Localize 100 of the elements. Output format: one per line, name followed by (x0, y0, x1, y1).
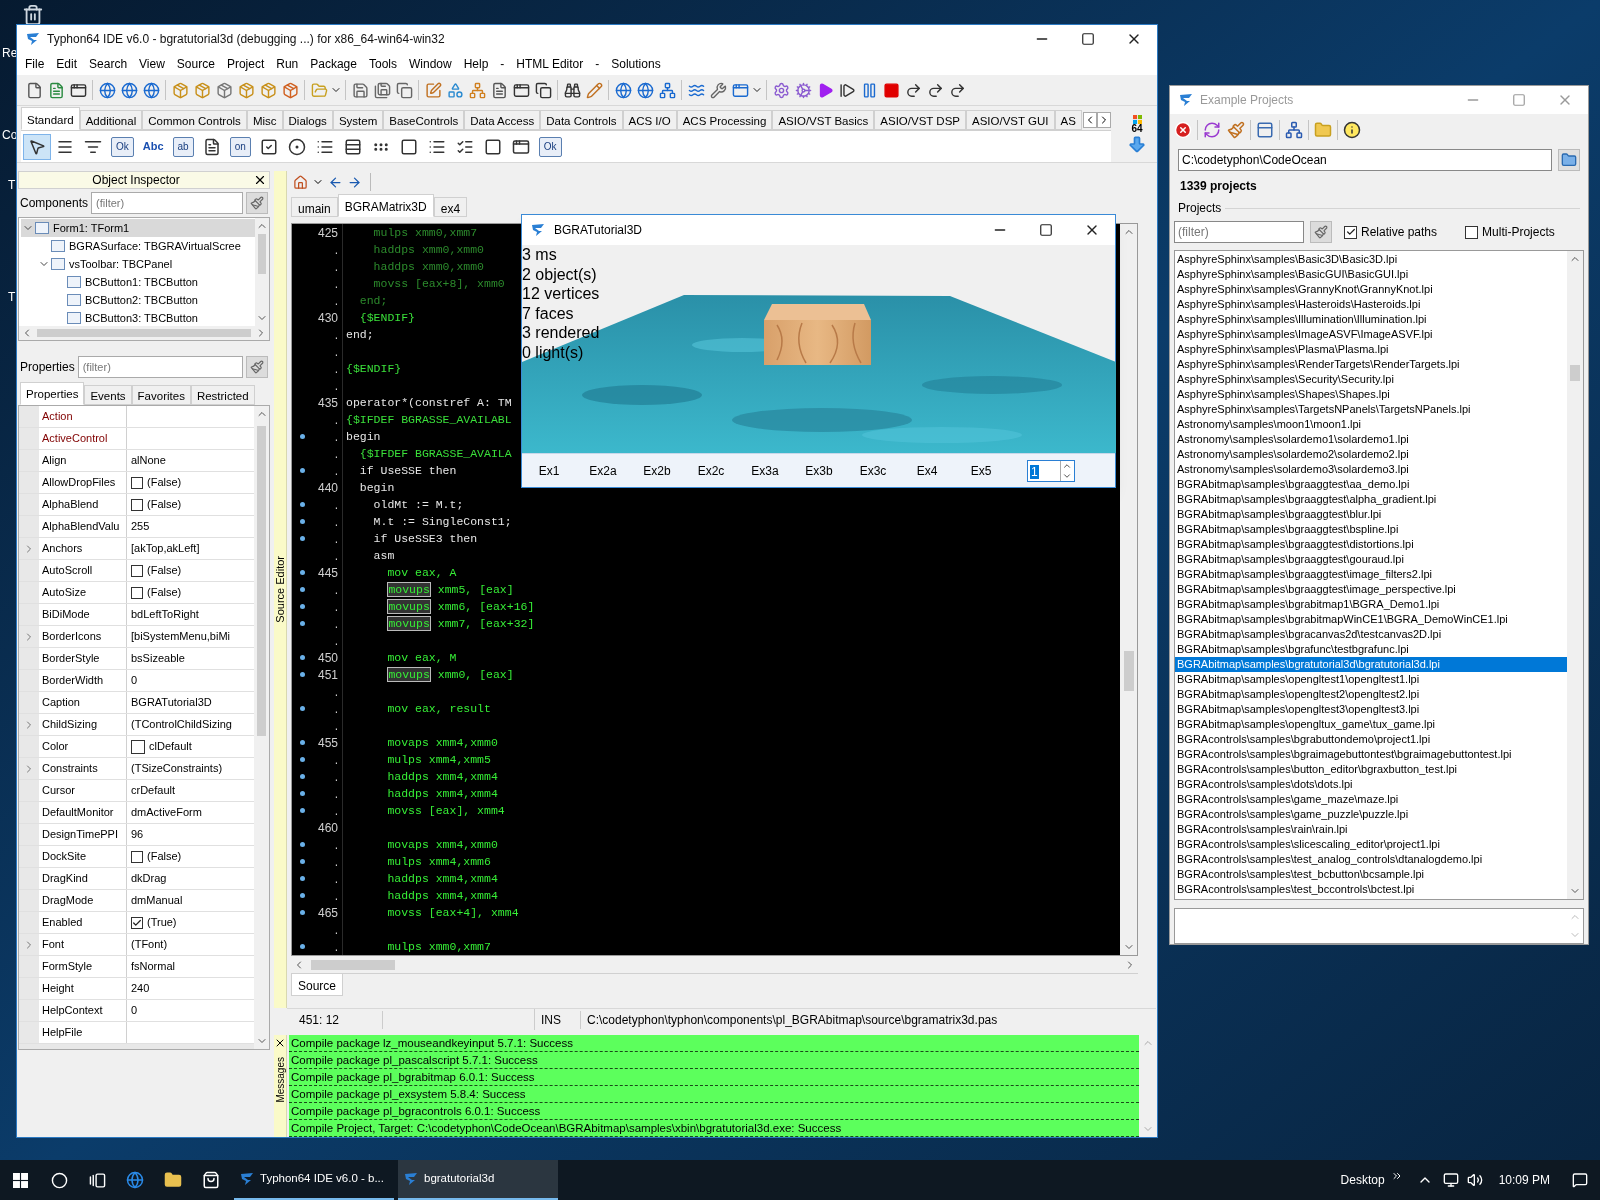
project-list-item[interactable]: BGRAbitmap\samples\bgrabitmap1\BGRA_Demo1.lpi (1175, 596, 1567, 612)
back-icon[interactable] (328, 174, 343, 190)
project-list-item[interactable]: AsphyreSphinx\samples\Plasma\Plasma.lpi (1175, 341, 1567, 357)
inspector-tab[interactable]: Favorites (131, 385, 191, 405)
globe-icon[interactable] (98, 81, 116, 99)
project-list-item[interactable]: BGRAbitmap\samples\opengltest1\opengltest1.lpi (1175, 671, 1567, 687)
scrollbar[interactable] (1567, 250, 1583, 899)
checkbox[interactable] (131, 916, 143, 929)
menu-item[interactable]: Edit (50, 55, 84, 73)
checkbox[interactable] (131, 586, 143, 599)
palette-tab[interactable]: ACS I/O (622, 110, 677, 130)
document-icon[interactable] (490, 81, 508, 99)
project-list-item[interactable]: BGRAbitmap\samples\opengltest3\opengltest3.lpi (1175, 701, 1567, 717)
scrollbar-thumb[interactable] (258, 234, 266, 274)
checkbox[interactable] (131, 564, 143, 577)
volume-icon[interactable] (1466, 1172, 1483, 1188)
stop-icon[interactable] (882, 81, 900, 99)
editor-tab[interactable]: ex4 (433, 197, 468, 217)
checkbox-label[interactable]: Multi-Projects (1482, 223, 1555, 241)
menu-item[interactable]: File (19, 55, 51, 73)
palette-tab[interactable]: Common Controls (142, 110, 247, 130)
project-list-item[interactable]: AsphyreSphinx\samples\Shapes\Shapes.lpi (1175, 386, 1567, 402)
new-form-icon[interactable] (69, 81, 87, 99)
checkbox[interactable] (131, 476, 143, 489)
desktop-icon-label[interactable]: Re (2, 44, 18, 62)
tree-item[interactable]: BCButton2: TBCButton (53, 291, 255, 309)
package-icon[interactable] (259, 81, 277, 99)
palette-tab[interactable]: Standard (21, 107, 80, 130)
close-icon[interactable] (253, 173, 267, 187)
palette-item[interactable] (23, 133, 51, 160)
network-icon[interactable] (1442, 1172, 1459, 1188)
project-list-item[interactable]: BGRAcontrols\samples\test_analog_controls\dtanalogdemo.lpi (1175, 851, 1567, 867)
maximize-icon[interactable] (1081, 32, 1095, 46)
more-icon[interactable] (1390, 1170, 1403, 1182)
project-list-item[interactable]: BGRAbitmap\samples\bgraaggtest\distortions.lpi (1175, 536, 1567, 552)
scrollbar[interactable] (255, 218, 269, 326)
project-list-item[interactable]: AsphyreSphinx\samples\Basic3D\Basic3D.lpi (1175, 251, 1567, 267)
palette-tab[interactable]: AS (1054, 110, 1082, 130)
shapes-icon[interactable] (446, 81, 464, 99)
tree-item[interactable]: Form1: TForm1 (21, 219, 255, 237)
save-icon[interactable] (351, 81, 369, 99)
project-list-item[interactable]: BGRAbitmap\samples\bgraaggtest\alpha_gradient.lpi (1175, 491, 1567, 507)
project-list-item[interactable]: BGRAbitmap\samples\bgraaggtest\aa_demo.lpi (1175, 476, 1567, 492)
package-icon[interactable] (171, 81, 189, 99)
package-icon[interactable] (193, 81, 211, 99)
example-button[interactable]: Ex3c (846, 456, 900, 485)
palette-tab[interactable]: Additional (79, 110, 143, 130)
step-over-icon[interactable] (904, 81, 922, 99)
side-tab-strip[interactable]: Source Editor (274, 171, 287, 1008)
windows-logo-icon[interactable] (12, 1172, 28, 1188)
project-list-item[interactable]: BGRAbitmap\samples\bgratutorial3d\bgratutorial3d.lpi (1175, 656, 1567, 672)
scrollbar-thumb[interactable] (37, 329, 251, 337)
project-list-item[interactable]: BGRAbitmap\samples\bgracanvas2d\testcanvas2D.lpi (1175, 626, 1567, 642)
maximize-icon[interactable] (1039, 223, 1053, 237)
scrollbar-thumb[interactable] (1570, 364, 1580, 381)
menu-item[interactable]: HTML Editor (510, 55, 590, 73)
project-list-item[interactable]: AsphyreSphinx\samples\GrannyKnot\GrannyKnot.lpi (1175, 281, 1567, 297)
example-button[interactable]: Ex2b (630, 456, 684, 485)
menu-item[interactable]: Help (457, 55, 495, 73)
project-list-item[interactable]: AsphyreSphinx\samples\Hasteroids\Hasteroids.lpi (1175, 296, 1567, 312)
inspector-tab[interactable]: Properties (20, 382, 85, 405)
window-icon[interactable] (1256, 121, 1274, 139)
palette-item[interactable]: ab (172, 136, 194, 157)
project-list-item[interactable]: Astronomy\samples\moon1\moon1.lpi (1175, 416, 1567, 432)
palette-item[interactable]: on (229, 136, 251, 157)
project-list-item[interactable]: AsphyreSphinx\samples\TargetsNPanels\TargetsNPanels.lpi (1175, 401, 1567, 417)
close-circle-icon[interactable] (1174, 121, 1192, 139)
refresh-icon[interactable] (1203, 121, 1221, 139)
palette-item[interactable]: Ok (538, 136, 562, 157)
project-list-item[interactable]: BGRAcontrols\samples\test_bcbutton\bcsample.lpi (1175, 866, 1567, 882)
menu-item[interactable]: - (589, 55, 606, 73)
example-button[interactable]: Ex4 (900, 456, 954, 485)
gear-icon[interactable] (772, 81, 790, 99)
example-button[interactable]: Ex3a (738, 456, 792, 485)
scrollbar[interactable] (19, 326, 269, 340)
project-list-item[interactable]: BGRAbitmap\samples\opengltest2\opengltest2.lpi (1175, 686, 1567, 702)
inspector-tab[interactable]: Restricted (190, 385, 255, 405)
step-out-icon[interactable] (948, 81, 966, 99)
recycle-bin-icon[interactable] (22, 4, 44, 26)
hierarchy-icon[interactable] (468, 81, 486, 99)
checkbox[interactable] (1465, 225, 1479, 239)
project-list-item[interactable]: BGRAcontrols\samples\slicescaling_editor\project1.lpi (1175, 836, 1567, 852)
step-icon[interactable] (838, 81, 856, 99)
project-list-item[interactable]: AsphyreSphinx\samples\BasicGUI\BasicGUI.lpi (1175, 266, 1567, 282)
palette-item[interactable]: Ok (111, 136, 134, 157)
path-field[interactable]: C:\codetyphon\CodeOcean (1178, 149, 1552, 171)
menu-item[interactable]: Package (304, 55, 363, 73)
menu-item[interactable]: Solutions (605, 55, 667, 73)
checkbox-label[interactable]: Relative paths (1361, 223, 1438, 241)
menu-item[interactable]: Search (83, 55, 134, 73)
project-list-item[interactable]: Astronomy\samples\solardemo3\solardemo3.lpi (1175, 461, 1567, 477)
window-icon[interactable] (512, 81, 530, 99)
project-list-item[interactable]: BGRAcontrols\samples\rain\rain.lpi (1175, 821, 1567, 837)
brush-icon[interactable] (1227, 121, 1245, 139)
palette-tab[interactable]: BaseControls (383, 110, 465, 130)
scrollbar-thumb[interactable] (311, 959, 395, 970)
tree-item[interactable]: BCButton1: TBCButton (53, 273, 255, 291)
edit-icon[interactable] (424, 81, 442, 99)
scrollbar-thumb[interactable] (1123, 651, 1134, 691)
project-list-item[interactable]: BGRAcontrols\samples\dots\dots.lpi (1175, 776, 1567, 792)
